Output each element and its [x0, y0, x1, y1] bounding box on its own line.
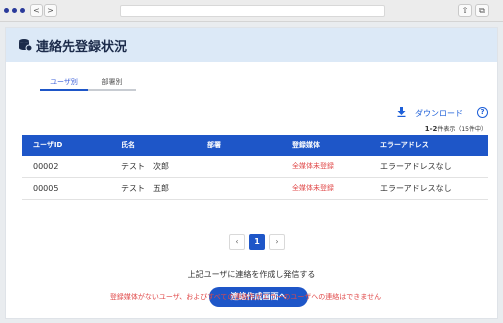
- browser-toolbar: < > ⇧ ⧉: [0, 0, 503, 22]
- cell-user-id: 00005: [33, 184, 59, 193]
- forward-button[interactable]: >: [44, 4, 57, 17]
- tab-by-user[interactable]: ユーザ別: [40, 77, 88, 87]
- table-row: 00002 テスト 次郎 全媒体未登録 エラーアドレスなし: [22, 156, 488, 178]
- pagination-page-1[interactable]: 1: [249, 234, 265, 250]
- cell-registered-media: 全媒体未登録: [292, 184, 334, 192]
- column-header-registered-media: 登録媒体: [292, 141, 320, 149]
- back-button[interactable]: <: [30, 4, 43, 17]
- window-minimize-dot[interactable]: [12, 8, 17, 13]
- column-header-user-id: ユーザID: [33, 141, 63, 149]
- window-close-dot[interactable]: [4, 8, 9, 13]
- pagination-next-button[interactable]: ›: [269, 234, 285, 250]
- download-link[interactable]: ダウンロード: [415, 108, 463, 119]
- contact-status-table: ユーザID 氏名 部署 登録媒体 エラーアドレス 00002 テスト 次郎 全媒…: [22, 135, 488, 200]
- tab-inactive-indicator: [88, 89, 136, 91]
- download-icon[interactable]: [397, 107, 406, 117]
- share-icon[interactable]: ⇧: [458, 4, 472, 17]
- main-panel: 連絡先登録状況 ユーザ別 部署別 ダウンロード ? 1-2件表示（15件中） ユ…: [5, 27, 498, 319]
- result-count: 1-2件表示（15件中）: [425, 124, 487, 133]
- cell-registered-media: 全媒体未登録: [292, 162, 334, 170]
- cell-user-id: 00002: [33, 162, 59, 171]
- table-header: ユーザID 氏名 部署 登録媒体 エラーアドレス: [22, 135, 488, 156]
- window-zoom-dot[interactable]: [20, 8, 25, 13]
- database-icon: [19, 39, 32, 52]
- help-icon[interactable]: ?: [477, 107, 488, 118]
- tab-active-indicator: [40, 89, 88, 91]
- cell-error-address: エラーアドレスなし: [380, 162, 452, 171]
- page-header: 連絡先登録状況: [6, 28, 497, 62]
- table-row: 00005 テスト 五郎 全媒体未登録 エラーアドレスなし: [22, 178, 488, 200]
- column-header-department: 部署: [207, 141, 221, 149]
- column-header-error-address: エラーアドレス: [380, 141, 429, 149]
- pagination-prev-button[interactable]: ‹: [229, 234, 245, 250]
- tab-by-department[interactable]: 部署別: [88, 77, 136, 87]
- result-total: 件表示（15件中）: [437, 126, 487, 133]
- result-range: 1-2: [424, 125, 438, 133]
- warning-message: 登録媒体がないユーザ、およびすべての連絡先がエラーのユーザへの連絡はできません: [109, 293, 382, 301]
- cell-name: テスト 次郎: [121, 162, 169, 171]
- address-bar[interactable]: [120, 5, 385, 17]
- page-title: 連絡先登録状況: [36, 40, 128, 55]
- column-header-name: 氏名: [121, 141, 135, 149]
- cell-error-address: エラーアドレスなし: [380, 184, 452, 193]
- action-description: 上記ユーザに連絡を作成し発信する: [187, 270, 316, 279]
- cell-name: テスト 五郎: [121, 184, 169, 193]
- tabs-icon[interactable]: ⧉: [475, 4, 489, 17]
